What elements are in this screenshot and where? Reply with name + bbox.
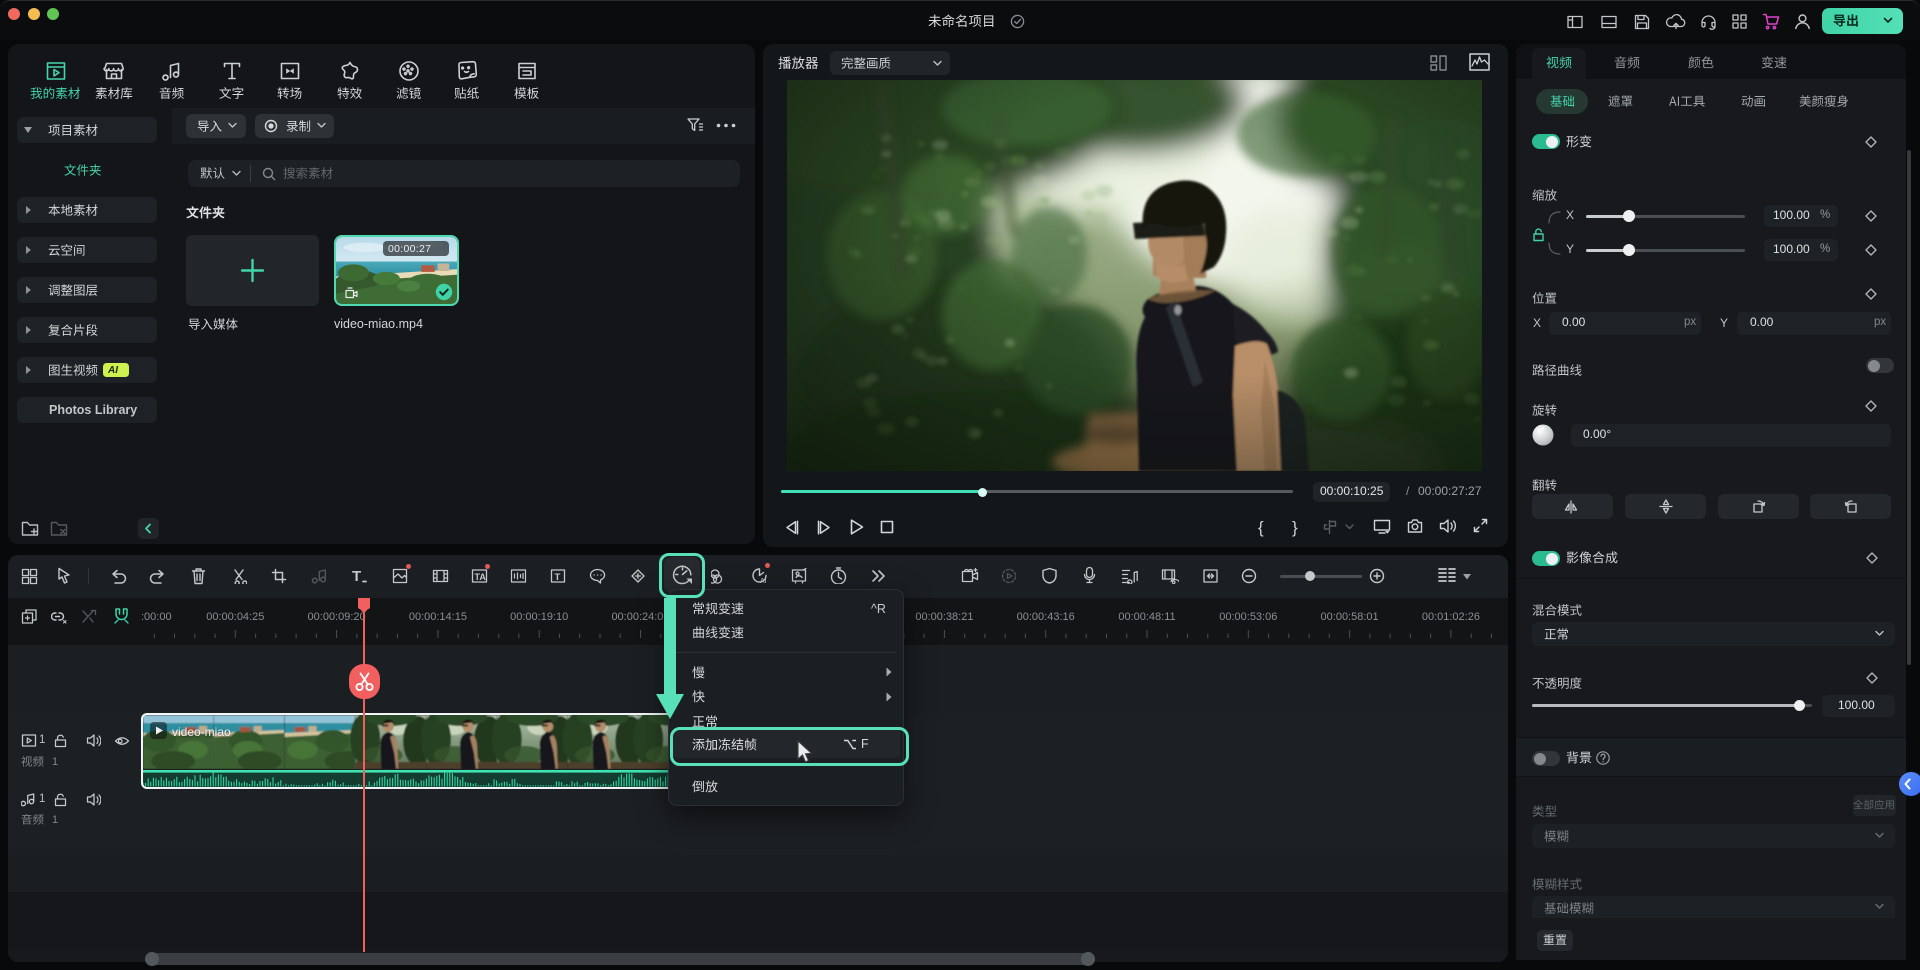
svg-text:T: T [555,572,561,583]
svg-text:TA: TA [475,572,487,582]
svg-text:T: T [352,568,361,584]
svg-text:AI: AI [760,578,767,584]
